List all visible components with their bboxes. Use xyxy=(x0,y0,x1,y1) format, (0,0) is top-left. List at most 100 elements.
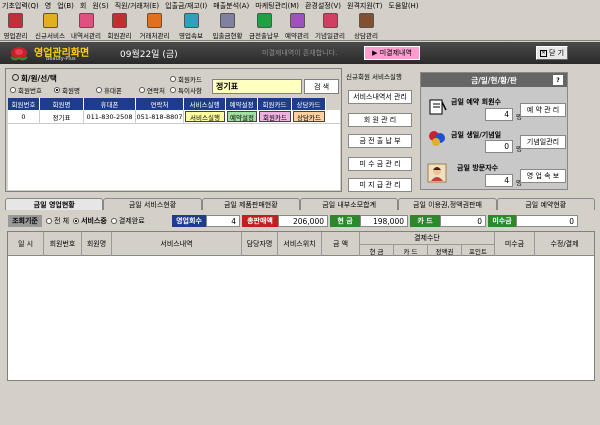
menu-item[interactable]: 기초입력(Q) xyxy=(2,1,39,11)
toolbar-button[interactable]: 금전출납부 xyxy=(246,11,282,41)
count-value: 4 xyxy=(206,215,240,227)
menu-item[interactable]: 원격지원(T) xyxy=(347,1,383,11)
radio-option[interactable]: 서비스중 xyxy=(73,216,107,226)
toolbar-button-label: 기념일관리 xyxy=(315,32,345,40)
radio-label: 회원번호 xyxy=(18,87,42,95)
anniversary-icon xyxy=(322,13,338,28)
close-button[interactable]: ✕ 닫 기 xyxy=(536,46,568,60)
member-search-button[interactable]: 검 색 xyxy=(304,79,339,94)
member-search-input[interactable]: 정기표 xyxy=(212,79,302,94)
brand-subtitle: Beauty-Plus xyxy=(46,56,76,62)
radio-option[interactable]: 특이사항 xyxy=(170,85,202,95)
row-action-button[interactable]: 상담카드 xyxy=(293,111,325,122)
filter-radio-group: 전 체 서비스중 결제완료 xyxy=(42,216,172,226)
radio-label: 연락처 xyxy=(147,87,165,95)
radio-option[interactable]: 연락처 xyxy=(139,85,165,95)
current-date: 09월22일 (금) xyxy=(120,50,178,60)
toolbar-button[interactable]: 내역서관리 xyxy=(69,11,103,41)
anniversary-manage-button[interactable]: 기념일관리 xyxy=(520,135,566,149)
member-col-header: 회원카드 xyxy=(258,98,292,110)
toolbar-button[interactable]: 거래처관리 xyxy=(136,11,173,41)
member-panel-title: 회/원/선/택 xyxy=(12,73,57,84)
menu-item[interactable]: 환경설정(V) xyxy=(305,1,341,11)
menu-item[interactable]: 회 xyxy=(80,1,86,11)
menu-item[interactable]: 직원/거래처(E) xyxy=(115,1,159,11)
ledger-icon xyxy=(256,13,272,28)
card-label: 카 드 xyxy=(410,215,440,227)
total-label: 총판매액 xyxy=(242,215,278,227)
menu-item[interactable]: 원(S) xyxy=(92,1,108,11)
toolbar-button[interactable]: 예약관리 xyxy=(282,11,312,41)
menu-item[interactable]: 도움말(H) xyxy=(389,1,419,11)
anniversary-count-label: 금일 생일/기념일 xyxy=(451,131,502,139)
quick-action-button[interactable]: 미 지 급 관 리 xyxy=(348,178,412,192)
toolbar: 영업관리 신규서비스 내역서관리 회원관리 거래처관리 영업속보 입출금현황 금전출납부 예약관… xyxy=(0,11,600,41)
menu-item[interactable]: 매출분석(A) xyxy=(213,1,249,11)
tab[interactable]: 금일 예약현황 xyxy=(496,198,595,210)
tab[interactable]: 금일 영업현황 xyxy=(5,198,104,210)
row-action-button[interactable]: 서비스실행 xyxy=(185,111,225,122)
radio-dot-icon xyxy=(170,87,176,93)
help-icon[interactable]: ? xyxy=(553,75,563,85)
member-table-empty-area xyxy=(8,123,340,190)
radio-option[interactable]: 회원명 xyxy=(54,85,80,95)
radio-dot-icon xyxy=(46,218,52,224)
toolbar-button-label: 금전출납부 xyxy=(249,32,279,40)
radio-label: 결제완료 xyxy=(118,217,145,225)
unpaid-value: 0 xyxy=(516,215,578,227)
radio-option[interactable]: 결제완료 xyxy=(110,216,145,226)
toolbar-button-label: 내역서관리 xyxy=(71,32,101,40)
tab[interactable]: 금일 제품판매현황 xyxy=(201,198,300,210)
grid-col-header: 미수금 xyxy=(495,232,535,256)
toolbar-button[interactable]: 회원관리 xyxy=(103,11,136,41)
grid-subcol-header: 포인트 xyxy=(462,244,495,256)
member-col-header: 예약설정 xyxy=(226,98,258,110)
radio-label: 회원명 xyxy=(62,87,80,95)
reservation-count-label: 금일 예약 회원수 xyxy=(451,98,501,106)
toolbar-button[interactable]: 기념일관리 xyxy=(312,11,348,41)
radio-option[interactable]: 휴대폰 xyxy=(96,85,122,95)
toolbar-button[interactable]: 입출금현황 xyxy=(209,11,246,41)
today-panel-title: 금/일/현/황/판 ? xyxy=(421,73,567,87)
radio-option[interactable]: 회원번호 xyxy=(10,85,42,95)
toolbar-button-label: 영업관리 xyxy=(3,32,28,40)
toolbar-button[interactable]: 영업속보 xyxy=(173,11,209,41)
toolbar-button[interactable]: 신규서비스 xyxy=(31,11,69,41)
table-row[interactable]: 0 정기표 011-830-2508 051-818-8807 서비스실행 예약설정 회원카… xyxy=(8,110,340,123)
member-table-header: 회원번호 회원명 휴대폰 연락처 서비스실행 예약설정 회원카드 상담카드 xyxy=(8,98,340,110)
radio-dot-icon xyxy=(110,218,117,224)
grid-col-header: 수정/결제 xyxy=(550,240,579,248)
quick-action-button[interactable]: 금 전 출 납 부 xyxy=(348,134,412,148)
grid-subcol-header: 카 드 xyxy=(394,244,428,256)
unpaid-label: 미수금 xyxy=(488,215,516,227)
tab[interactable]: 금일 이용권,정액권판매 xyxy=(398,198,497,210)
toolbar-button[interactable]: 상담관리 xyxy=(348,11,384,41)
grid-subcol-header: 현 금 xyxy=(360,244,394,256)
menu-item[interactable]: 마케팅관리(M) xyxy=(255,1,299,11)
quick-action-button[interactable]: 서비스내역서 관리 xyxy=(348,90,412,104)
menu-item[interactable]: 업(B) xyxy=(57,1,74,11)
toolbar-button-label: 입출금현황 xyxy=(212,32,243,40)
unpaid-list-button[interactable]: ▶ 미결제내역 xyxy=(364,46,420,60)
menu-item[interactable]: 입출금/재고(I) xyxy=(165,1,207,11)
quick-action-button[interactable]: 미 수 금 관 리 xyxy=(348,157,412,171)
radio-label: 전 체 xyxy=(54,217,70,225)
radio-option[interactable]: 전 체 xyxy=(46,216,69,226)
new-member-service-label[interactable]: 신규회원 서비스실행 xyxy=(346,71,402,81)
quick-action-button[interactable]: 회 원 관 리 xyxy=(348,113,412,127)
menu-item[interactable]: 영 xyxy=(45,1,51,11)
unpaid-message: 미결제내역이 존재합니다. xyxy=(262,49,338,57)
toolbar-button-label: 예약관리 xyxy=(285,32,309,40)
sales-news-button[interactable]: 영 업 속 보 xyxy=(520,169,566,183)
tab[interactable]: 금일 내부소모합계 xyxy=(299,198,399,210)
table-cell: 051-818-8807 xyxy=(136,110,184,123)
reservation-manage-button[interactable]: 예 약 관 리 xyxy=(520,103,566,117)
tab[interactable]: 금일 서비스현황 xyxy=(103,198,202,210)
grid-col-header: 일 시 xyxy=(8,232,44,256)
row-action-button[interactable]: 회원카드 xyxy=(259,111,291,122)
row-action-button[interactable]: 예약설정 xyxy=(227,111,257,122)
toolbar-button[interactable]: 영업관리 xyxy=(0,11,31,41)
member-table: 회원번호 회원명 휴대폰 연락처 서비스실행 예약설정 회원카드 상담카드 0 정기표 011-8… xyxy=(8,98,340,123)
radio-option[interactable]: 회원카드 xyxy=(170,74,202,84)
close-label: 닫 기 xyxy=(548,49,565,57)
